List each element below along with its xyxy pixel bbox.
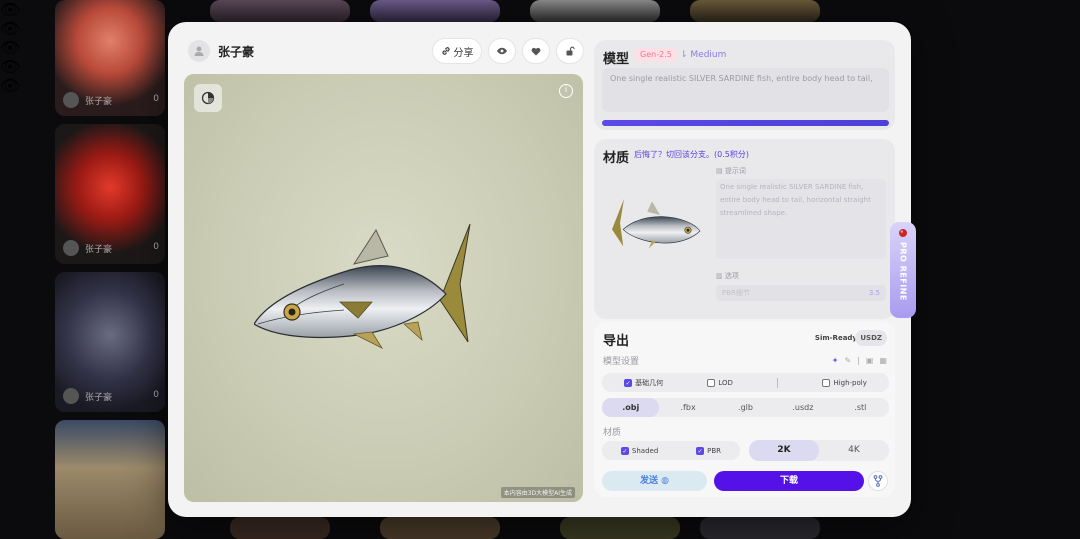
model-settings-tools: ✦ ✎ | ▣ ▦ bbox=[832, 356, 887, 365]
gallery-card[interactable] bbox=[690, 0, 820, 22]
material-prompt-field[interactable]: One single realistic SILVER SARDINE fish… bbox=[716, 179, 886, 259]
model-viewer[interactable]: i 本内容由3D大模型AI生成 bbox=[184, 74, 583, 502]
send-button[interactable]: 发送 ◍ bbox=[602, 471, 707, 491]
format-glb[interactable]: .glb bbox=[717, 398, 774, 417]
unlock-icon bbox=[566, 46, 575, 56]
avatar bbox=[63, 388, 79, 404]
gallery-card[interactable] bbox=[230, 517, 330, 539]
format-obj[interactable]: .obj bbox=[602, 398, 660, 417]
format-stl[interactable]: .stl bbox=[832, 398, 889, 417]
gallery-card[interactable] bbox=[380, 517, 500, 539]
branch-icon bbox=[873, 475, 883, 487]
header-actions: 分享 bbox=[432, 38, 584, 64]
checkbox-checked-icon[interactable]: ✓ bbox=[696, 446, 705, 455]
checkbox-checked-icon[interactable]: ✓ bbox=[624, 378, 633, 387]
model-prompt-field[interactable]: One single realistic SILVER SARDINE fish… bbox=[602, 68, 889, 112]
geometry-option-lod[interactable]: LOD bbox=[707, 378, 733, 387]
gallery-card[interactable]: 张子豪 0 bbox=[55, 124, 165, 264]
gallery-card[interactable]: 张子豪 0 bbox=[55, 0, 165, 116]
material-preview-thumbnail[interactable] bbox=[600, 199, 712, 251]
resolution-selector: 2K 4K bbox=[749, 440, 889, 461]
lock-button[interactable] bbox=[556, 38, 584, 64]
material-option-shaded[interactable]: ✓ Shaded bbox=[620, 446, 658, 455]
usdz-tag[interactable]: USDZ bbox=[855, 330, 887, 346]
gen-version-tag: Gen-2.5 bbox=[634, 48, 678, 62]
gallery-card-user: 张子豪 bbox=[63, 240, 112, 256]
model-panel: 模型 Gen-2.5 ⇂ Medium One single realistic… bbox=[594, 40, 895, 130]
gallery-card[interactable] bbox=[530, 0, 660, 22]
user-icon bbox=[194, 46, 204, 56]
link-icon bbox=[441, 47, 450, 55]
save-icon[interactable]: ▣ bbox=[866, 356, 874, 365]
checkbox-icon[interactable] bbox=[707, 378, 716, 387]
avatar bbox=[63, 240, 79, 256]
gallery-card-user: 张子豪 bbox=[63, 388, 112, 404]
pbr-detail-slider[interactable]: PBR细节 3.5 bbox=[716, 285, 886, 301]
divider: | bbox=[857, 356, 860, 365]
view-button[interactable] bbox=[488, 38, 516, 64]
material-label: 材质 bbox=[603, 428, 622, 438]
revert-branch-link[interactable]: 后悔了？切回该分支。(0.5积分) bbox=[634, 149, 749, 160]
gallery-card[interactable] bbox=[370, 0, 500, 22]
checkbox-icon[interactable] bbox=[822, 378, 831, 387]
avatar bbox=[63, 92, 79, 108]
format-usdz[interactable]: .usdz bbox=[774, 398, 831, 417]
export-panel-title: 导出 bbox=[603, 334, 630, 349]
sparkle-icon[interactable]: ✦ bbox=[832, 356, 839, 365]
sim-ready-label: Sim-Ready bbox=[814, 334, 857, 342]
share-button[interactable]: 分享 bbox=[432, 38, 482, 64]
quality-tag[interactable]: ⇂ Medium bbox=[680, 48, 726, 62]
geometry-options-row: ✓ 基础几何 LOD High-poly bbox=[602, 373, 889, 392]
heart-icon bbox=[531, 47, 541, 55]
info-icon[interactable]: i bbox=[559, 84, 573, 98]
resolution-4k[interactable]: 4K bbox=[819, 440, 889, 461]
planet-icon: ◍ bbox=[661, 476, 669, 486]
material-option-pbr[interactable]: ✓ PBR bbox=[696, 446, 721, 455]
like-button[interactable] bbox=[522, 38, 550, 64]
format-fbx[interactable]: .fbx bbox=[659, 398, 716, 417]
format-selector: .obj .fbx .glb .usdz .stl bbox=[602, 398, 889, 417]
material-panel-title: 材质 bbox=[603, 151, 630, 166]
options-label: ▥ 选项 bbox=[716, 272, 739, 280]
download-button[interactable]: 下载 bbox=[714, 471, 864, 491]
model-panel-title: 模型 bbox=[603, 52, 630, 67]
branch-button[interactable] bbox=[868, 471, 888, 491]
fish-model-render bbox=[254, 224, 471, 349]
gallery-card-user: 张子豪 bbox=[63, 92, 112, 108]
generation-progress-bar bbox=[602, 120, 889, 126]
material-panel: 材质 后悔了？切回该分支。(0.5积分) ▤ 提示词 One single re… bbox=[594, 139, 895, 319]
export-panel: 导出 Sim-Ready USDZ 模型设置 ✦ ✎ | ▣ ▦ ✓ 基础几何 L… bbox=[594, 322, 895, 497]
material-options-row: ✓ Shaded ✓ PBR bbox=[602, 441, 740, 460]
geometry-option-basic[interactable]: ✓ 基础几何 bbox=[624, 378, 663, 388]
ai-generated-notice: 本内容由3D大模型AI生成 bbox=[500, 487, 575, 498]
prompt-label: ▤ 提示词 bbox=[716, 167, 746, 175]
gallery-card[interactable]: 张子豪 0 bbox=[55, 272, 165, 412]
shading-icon bbox=[201, 91, 215, 105]
gallery-card[interactable] bbox=[560, 517, 680, 539]
checkbox-checked-icon[interactable]: ✓ bbox=[620, 446, 629, 455]
render-mode-button[interactable] bbox=[194, 84, 222, 112]
pencil-icon[interactable]: ✎ bbox=[844, 356, 851, 365]
geometry-option-high-poly[interactable]: High-poly bbox=[822, 378, 867, 387]
divider bbox=[777, 377, 779, 388]
pro-refine-tab[interactable]: PRO REFINE bbox=[890, 222, 916, 318]
eye-icon bbox=[497, 47, 507, 55]
grid-icon[interactable]: ▦ bbox=[879, 356, 887, 365]
avatar bbox=[188, 40, 210, 62]
gallery-card[interactable] bbox=[700, 517, 820, 539]
resolution-2k[interactable]: 2K bbox=[749, 440, 819, 461]
gallery-card[interactable] bbox=[55, 420, 165, 539]
model-settings-label: 模型设置 bbox=[603, 357, 640, 367]
author-info[interactable]: 张子豪 bbox=[188, 40, 254, 62]
crystal-icon bbox=[899, 229, 907, 237]
material-details: ▤ 提示词 One single realistic SILVER SARDIN… bbox=[716, 166, 886, 301]
gallery-card[interactable] bbox=[210, 0, 350, 22]
author-name: 张子豪 bbox=[218, 44, 255, 59]
